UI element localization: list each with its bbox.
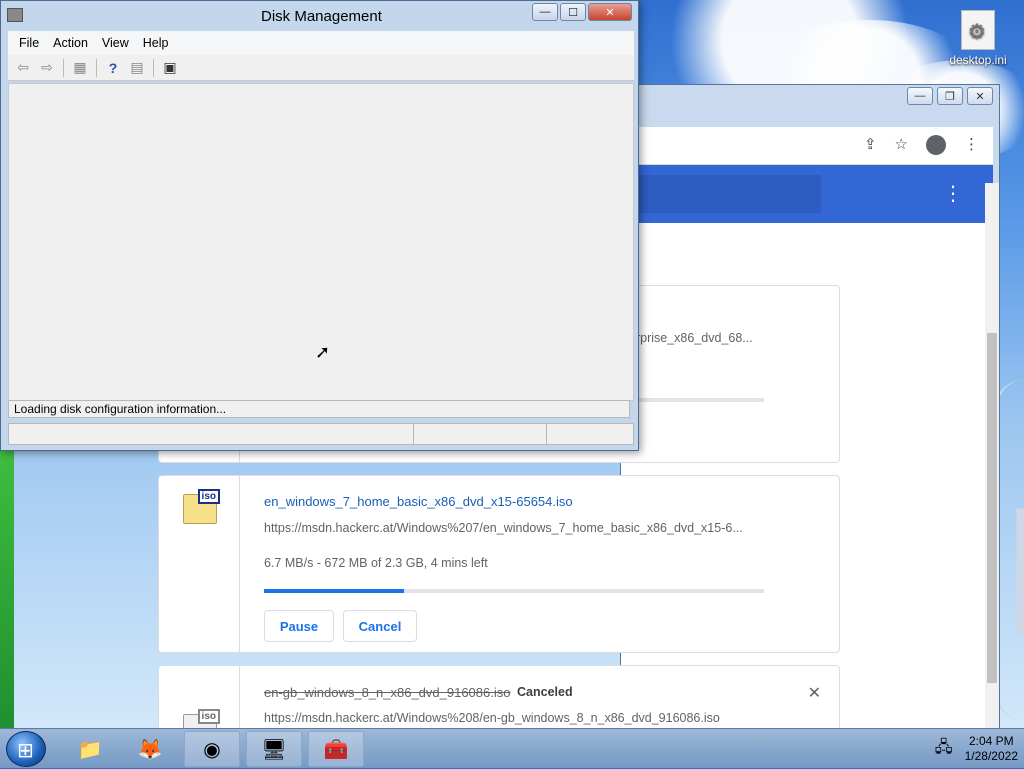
maximize-icon[interactable]: ☐ xyxy=(560,3,586,21)
status-bar-separator xyxy=(546,424,547,444)
download-filename: en-gb_windows_8_n_x86_dvd_916086.iso xyxy=(264,685,511,700)
chrome-menu-icon[interactable]: ⋮ xyxy=(964,135,979,155)
menu-help[interactable]: Help xyxy=(136,36,176,50)
toolbar-separator xyxy=(96,58,97,77)
menubar: File Action View Help xyxy=(8,31,634,55)
wallpaper-leaf xyxy=(0,440,14,730)
download-url: erprise_x86_dvd_68... xyxy=(629,331,753,345)
file-settings-icon xyxy=(961,10,995,50)
file-explorer-icon[interactable]: 📁 xyxy=(62,731,118,767)
close-icon[interactable]: ✕ xyxy=(967,87,993,105)
toolbar-separator xyxy=(153,58,154,77)
download-state-label: Canceled xyxy=(517,685,573,699)
share-icon[interactable]: ⇪ xyxy=(864,135,877,155)
computer-management-icon[interactable]: 🧰 xyxy=(308,731,364,767)
clock[interactable]: 2:04 PM 1/28/2022 xyxy=(965,734,1018,764)
properties-icon[interactable]: ▣ xyxy=(159,58,181,78)
clock-time: 2:04 PM xyxy=(968,734,1014,748)
system-tray: 🖧 2:04 PM 1/28/2022 xyxy=(935,729,1024,769)
disk-management-window: Disk Management — ☐ ✕ File Action View H… xyxy=(0,0,639,451)
profile-avatar-icon[interactable] xyxy=(926,135,946,155)
downloads-header: ⋮ xyxy=(621,165,993,223)
desktop-icon-label: desktop.ini xyxy=(949,53,1007,67)
firefox-icon[interactable]: 🦊 xyxy=(122,731,178,767)
status-bar-separator xyxy=(413,424,414,444)
chrome-titlebar[interactable]: — ❐ ✕ xyxy=(621,85,999,109)
network-tray-icon[interactable]: 🖧 xyxy=(935,736,953,763)
restore-icon[interactable]: ❐ xyxy=(937,87,963,105)
cancel-button[interactable]: Cancel xyxy=(343,610,417,642)
download-filename-link[interactable]: en_windows_7_home_basic_x86_dvd_x15-6565… xyxy=(264,494,573,509)
desktop-ini-icon[interactable]: desktop.ini xyxy=(942,10,1014,67)
scrollbar[interactable] xyxy=(985,183,999,729)
chrome-icon[interactable]: ◉ xyxy=(184,731,240,767)
disk-management-app-icon xyxy=(7,8,23,22)
toolbar: ⇦ ⇨ ▦ ? ▤ ▣ xyxy=(8,55,634,81)
more-options-icon[interactable]: ⋮ xyxy=(943,181,963,206)
mouse-cursor-icon: ➚ xyxy=(315,342,331,362)
disk-management-titlebar[interactable]: Disk Management — ☐ ✕ xyxy=(1,1,638,31)
window-title: Disk Management xyxy=(261,8,382,25)
help-icon[interactable]: ? xyxy=(102,58,124,78)
close-icon[interactable]: ✕ xyxy=(588,3,632,21)
network-computer-icon[interactable]: 🖥 xyxy=(246,731,302,767)
downloads-search-box[interactable] xyxy=(621,175,821,213)
download-status: 6.7 MB/s - 672 MB of 2.3 GB, 4 mins left xyxy=(264,556,488,570)
download-url: https://msdn.hackerc.at/Windows%207/en_w… xyxy=(264,521,743,535)
pause-button[interactable]: Pause xyxy=(264,610,334,642)
scrollbar-thumb[interactable] xyxy=(987,333,997,683)
menu-action[interactable]: Action xyxy=(46,36,95,50)
loading-status: Loading disk configuration information..… xyxy=(8,400,630,418)
show-hide-pane-icon[interactable]: ▤ xyxy=(126,58,148,78)
download-progress-fill xyxy=(264,589,404,593)
menu-file[interactable]: File xyxy=(12,36,46,50)
minimize-icon[interactable]: — xyxy=(907,87,933,105)
forward-arrow-icon[interactable]: ⇨ xyxy=(36,58,58,78)
console-tree-icon[interactable]: ▦ xyxy=(69,58,91,78)
bookmark-star-icon[interactable]: ☆ xyxy=(895,135,908,155)
iso-tag: iso xyxy=(197,709,220,724)
menu-view[interactable]: View xyxy=(95,36,136,50)
download-progress-track xyxy=(629,398,764,402)
download-url: https://msdn.hackerc.at/Windows%208/en-g… xyxy=(264,711,720,725)
status-bar xyxy=(8,423,634,445)
minimize-icon[interactable]: — xyxy=(532,3,558,21)
back-arrow-icon[interactable]: ⇦ xyxy=(12,58,34,78)
iso-tag: iso xyxy=(197,489,220,504)
clock-date: 1/28/2022 xyxy=(964,749,1018,763)
download-card-2: iso en_windows_7_home_basic_x86_dvd_x15-… xyxy=(158,475,840,653)
toolbar-separator xyxy=(63,58,64,77)
start-button[interactable] xyxy=(6,731,46,767)
card-divider xyxy=(239,476,240,652)
remove-download-icon[interactable]: ✕ xyxy=(808,683,821,703)
chrome-toolbar: ⇪ ☆ ⋮ xyxy=(621,127,993,165)
taskbar: 📁 🦊 ◉ 🖥 🧰 🖧 2:04 PM 1/28/2022 xyxy=(0,728,1024,768)
download-progress-track xyxy=(264,589,764,593)
iso-file-icon: iso xyxy=(183,489,220,524)
